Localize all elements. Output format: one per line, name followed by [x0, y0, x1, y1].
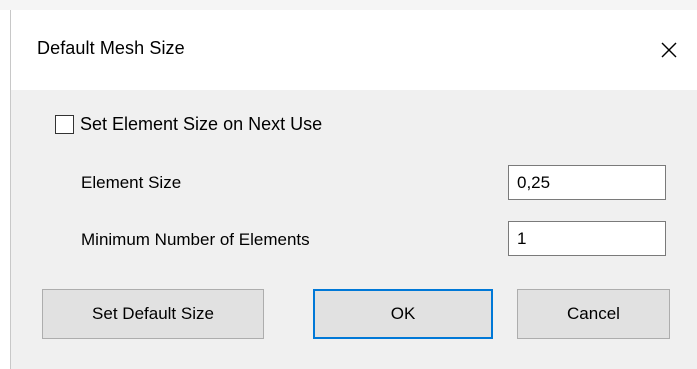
- set-element-size-option[interactable]: Set Element Size on Next Use: [55, 114, 322, 135]
- cancel-button[interactable]: Cancel: [517, 289, 670, 339]
- ok-button[interactable]: OK: [313, 289, 493, 339]
- default-mesh-size-dialog: Default Mesh Size Set Element Size on Ne…: [10, 10, 697, 369]
- dialog-title: Default Mesh Size: [37, 38, 185, 58]
- screen: Default Mesh Size Set Element Size on Ne…: [0, 0, 697, 369]
- set-element-size-label: Set Element Size on Next Use: [80, 114, 323, 134]
- set-element-size-checkbox[interactable]: [55, 115, 74, 134]
- close-button[interactable]: [649, 30, 689, 70]
- set-default-size-button[interactable]: Set Default Size: [42, 289, 264, 339]
- background-strip: [0, 0, 697, 10]
- minimum-elements-input[interactable]: [508, 221, 666, 256]
- element-size-input[interactable]: [508, 165, 666, 200]
- title-bar: Default Mesh Size: [11, 10, 697, 90]
- close-icon: [661, 42, 677, 58]
- minimum-elements-label: Minimum Number of Elements: [81, 230, 310, 249]
- element-size-label: Element Size: [81, 173, 182, 192]
